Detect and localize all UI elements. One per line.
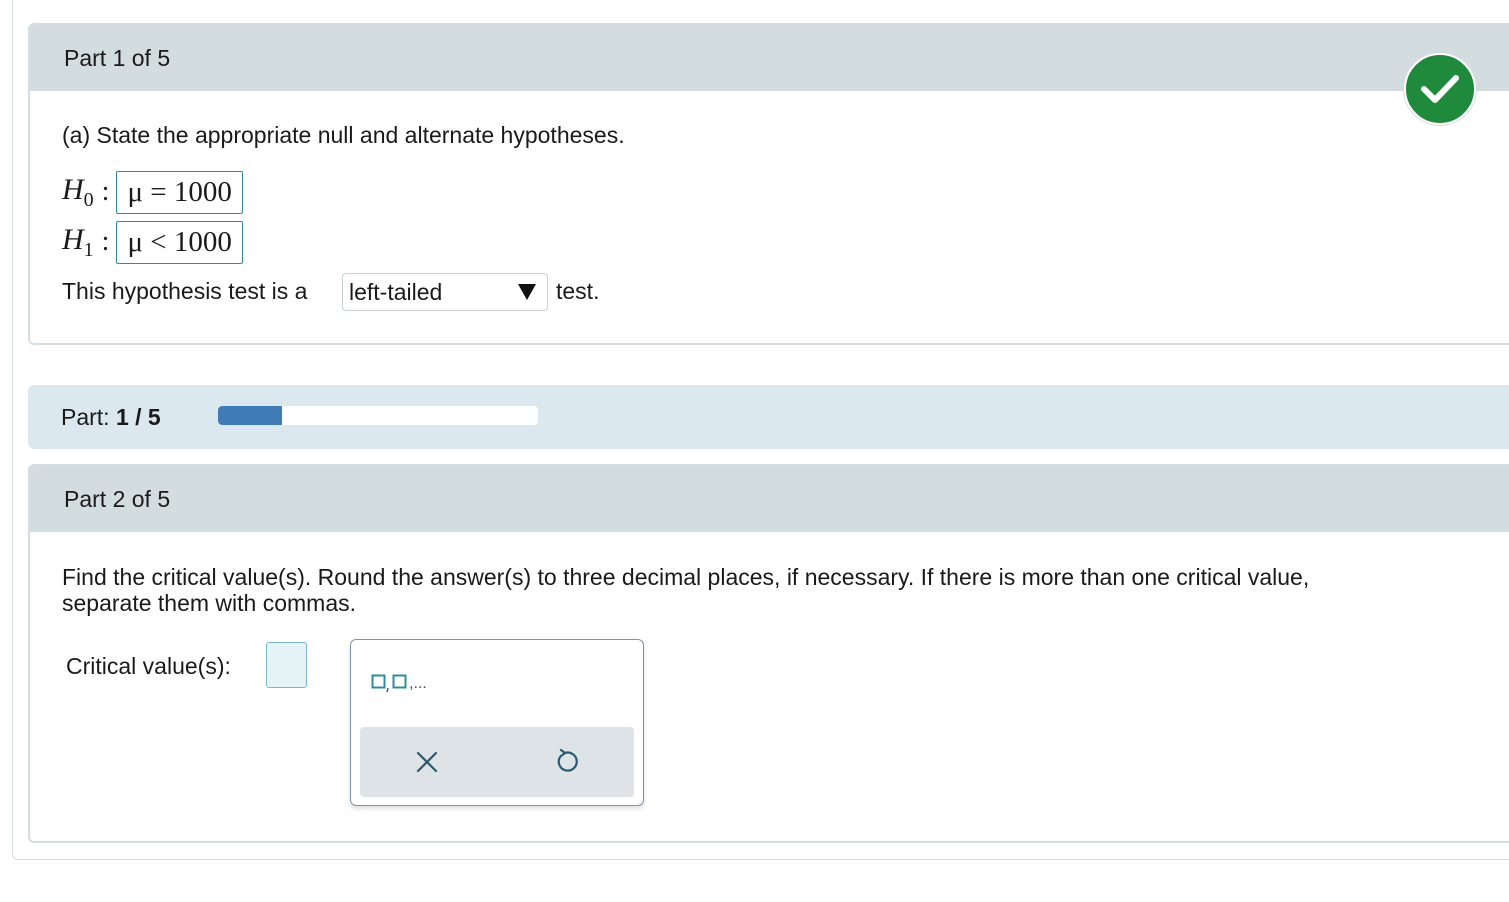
- answer-palette: ,...: [350, 639, 644, 806]
- test-type-select[interactable]: left-tailed: [342, 273, 548, 311]
- part-2-card: Part 2 of 5: [28, 464, 1509, 843]
- checkmark-icon: [1404, 53, 1476, 125]
- alternate-hypothesis-label: H1: [62, 222, 94, 261]
- part-progress-bar: Part: 1 / 5: [28, 385, 1509, 449]
- list-button-suffix: ,...: [409, 675, 427, 692]
- part-1-question: (a) State the appropriate null and alter…: [62, 122, 625, 148]
- critical-value-label: Critical value(s):: [66, 653, 231, 679]
- progress-fill: [218, 406, 282, 425]
- close-icon: [416, 751, 438, 773]
- colon: :: [101, 226, 110, 257]
- progress-track: [218, 406, 538, 425]
- undo-icon: [557, 749, 578, 772]
- dropdown-arrow-icon: [518, 284, 536, 300]
- part-2-instruction-line2: separate them with commas.: [62, 590, 357, 616]
- null-hypothesis-label: H0: [62, 172, 94, 211]
- clear-button[interactable]: [411, 746, 443, 778]
- test-type-suffix: test.: [556, 278, 600, 304]
- alternate-hypothesis-row: H1 : μ < 1000: [62, 220, 243, 264]
- null-hypothesis-answer[interactable]: μ = 1000: [116, 170, 243, 214]
- null-hypothesis-row: H0 : μ = 1000: [62, 170, 243, 214]
- list-template-icon: [371, 674, 407, 692]
- part-1-header: Part 1 of 5: [30, 25, 1509, 91]
- colon: :: [101, 176, 110, 207]
- test-type-selected-value: left-tailed: [349, 278, 443, 305]
- part-2-header: Part 2 of 5: [30, 466, 1509, 532]
- critical-value-input[interactable]: [266, 642, 307, 688]
- comma-list-button[interactable]: ,...: [371, 672, 427, 692]
- undo-button[interactable]: [549, 746, 581, 778]
- palette-tray: [360, 727, 634, 797]
- part-2-instruction-line1: Find the critical value(s). Round the an…: [62, 564, 1310, 590]
- progress-label: Part: 1 / 5: [61, 403, 161, 430]
- alternate-hypothesis-answer[interactable]: μ < 1000: [116, 220, 243, 264]
- test-type-prefix: This hypothesis test is a: [62, 278, 308, 304]
